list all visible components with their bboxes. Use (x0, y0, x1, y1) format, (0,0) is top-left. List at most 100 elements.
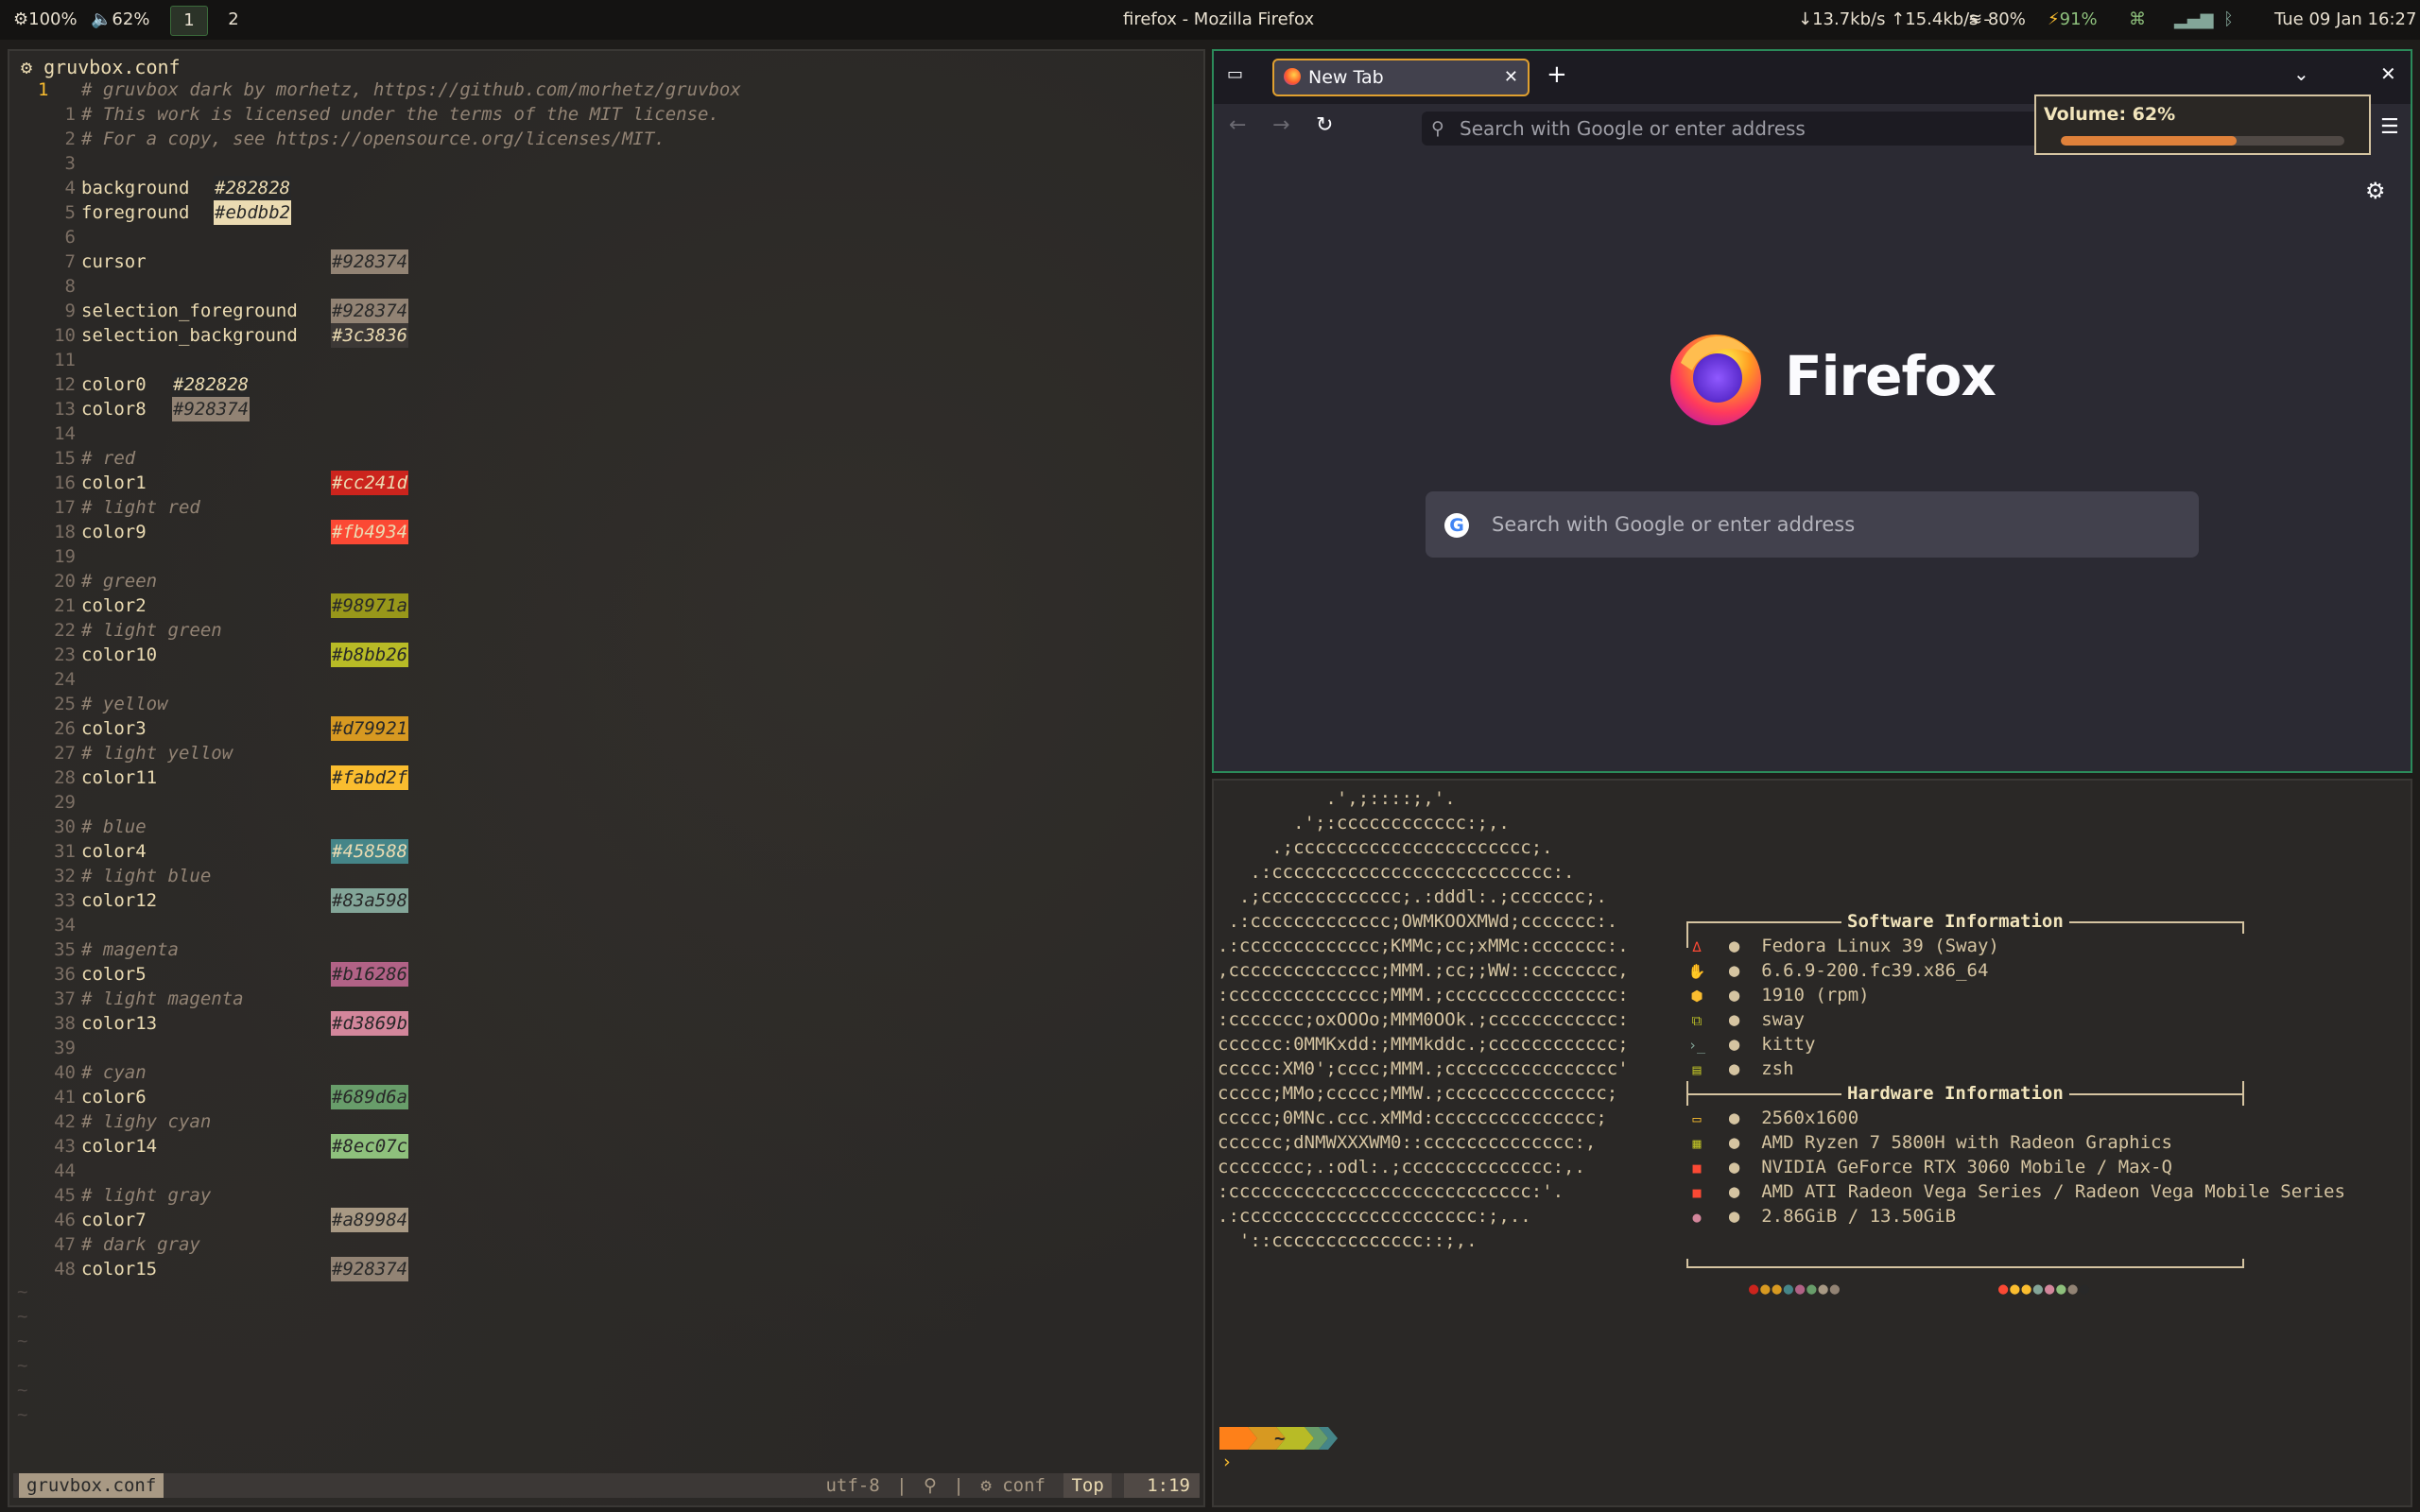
editor-line[interactable]: 3 (9, 151, 1203, 176)
workspace-1[interactable]: 1 (170, 6, 208, 36)
statusline-position: 1:19 (1124, 1473, 1200, 1498)
editor-line[interactable]: 23 color10 #b8bb26 (9, 643, 1203, 667)
editor-line[interactable]: 47 # dark gray (9, 1232, 1203, 1257)
ascii-art-line: '::cccccccccccccc::;,. (1218, 1230, 1478, 1251)
reload-icon[interactable]: ↻ (1316, 113, 1333, 137)
editor-line[interactable]: 32 # light blue (9, 864, 1203, 888)
forward-icon[interactable]: → (1272, 113, 1289, 137)
brightness-indicator[interactable]: ⚙100% (13, 0, 78, 40)
editor-line[interactable]: 26 color3 #d79921 (9, 716, 1203, 741)
bluetooth-icon[interactable]: ᛒ (2223, 0, 2234, 40)
bullet-icon: ● (1707, 1206, 1762, 1227)
editor-line[interactable]: 43 color14 #8ec07c (9, 1134, 1203, 1159)
editor-line[interactable]: 6 (9, 225, 1203, 249)
info-row: ✋ ● 6.6.9-200.fc39.x86_64 (1686, 958, 1989, 983)
ascii-art-line: .';:cccccccccccc:;,. (1218, 813, 1510, 833)
comment-text: # yellow (81, 694, 168, 714)
editor-line[interactable]: 10 selection_background #3c3836 (9, 323, 1203, 348)
editor-line[interactable]: 46 color7 #a89984 (9, 1208, 1203, 1232)
volume-bar-fill (2061, 136, 2237, 146)
editor-line[interactable]: 8 (9, 274, 1203, 299)
editor-line[interactable]: 29 (9, 790, 1203, 815)
palette-icon: ● (2010, 1280, 2022, 1298)
editor-line[interactable]: 13 color8 #928374 (9, 397, 1203, 421)
editor-line[interactable]: 27 # light yellow (9, 741, 1203, 765)
editor-line[interactable]: 45 # light gray (9, 1183, 1203, 1208)
editor-line[interactable]: 19 (9, 544, 1203, 569)
editor-line[interactable]: 5 foreground #ebdbb2 (9, 200, 1203, 225)
editor-line[interactable]: 33 color12 #83a598 (9, 888, 1203, 913)
editor-line[interactable]: 37 # light magenta (9, 987, 1203, 1011)
editor-window[interactable]: ⚙ gruvbox.conf 1 # gruvbox dark by morhet… (8, 49, 1205, 1507)
editor-line[interactable]: 4 background #282828 (9, 176, 1203, 200)
editor-line[interactable]: 25 # yellow (9, 692, 1203, 716)
editor-line[interactable]: 28 color11 #fabd2f (9, 765, 1203, 790)
line-number: 2 (64, 129, 76, 149)
info-value: kitty (1761, 1034, 1816, 1055)
signal-icon[interactable]: ▂▄▆ (2174, 0, 2214, 40)
editor-line[interactable]: 14 (9, 421, 1203, 446)
workspace-2[interactable]: 2 (216, 6, 251, 34)
new-tab-search-box[interactable]: G Search with Google or enter address (1426, 491, 2199, 558)
tab-overview-icon[interactable]: ▭ (1227, 64, 1250, 85)
close-window-icon[interactable]: ✕ (2380, 62, 2396, 85)
editor-line[interactable]: 1 # gruvbox dark by morhetz, https://gith… (9, 77, 1203, 102)
wifi-indicator[interactable]: ≋ 80% (1968, 0, 2026, 40)
color-value: #458588 (331, 839, 409, 864)
chevron-down-icon[interactable]: ⌄ (2293, 62, 2309, 85)
volume-bar (2061, 136, 2344, 146)
network-manager-icon[interactable]: ⌘ (2129, 0, 2146, 40)
editor-line[interactable]: 2 # For a copy, see https://opensource.or… (9, 127, 1203, 151)
shell-prompt[interactable]: ~ › (1219, 1427, 1342, 1472)
empty-line-marker: ~ (17, 1306, 28, 1327)
editor-line[interactable]: 24 (9, 667, 1203, 692)
editor-line[interactable]: 42 # lighy cyan (9, 1109, 1203, 1134)
editor-line[interactable]: 11 (9, 348, 1203, 372)
line-number: 15 (54, 448, 76, 469)
firefox-window[interactable]: ▭ New Tab ✕ + ⌄ ✕ ← → ↻ ⚲ Search with Go… (1212, 49, 2412, 773)
info-value: AMD ATI Radeon Vega Series / Radeon Vega… (1761, 1181, 2345, 1202)
comment-text: # gruvbox dark by morhetz, https://githu… (81, 79, 741, 100)
line-number: 20 (54, 571, 76, 592)
line-number: 25 (54, 694, 76, 714)
tab-new-tab[interactable]: New Tab ✕ (1272, 59, 1530, 96)
info-value: 1910 (rpm) (1761, 985, 1870, 1005)
line-number: 46 (54, 1210, 76, 1230)
config-key: color3 (81, 718, 147, 739)
editor-line[interactable]: 31 color4 #458588 (9, 839, 1203, 864)
editor-line[interactable]: 48 color15 #928374 (9, 1257, 1203, 1281)
terminal-window[interactable]: .',;::::;,'. .';:cccccccccccc:;,. .;cccc… (1212, 779, 2412, 1507)
editor-line[interactable]: 35 # magenta (9, 937, 1203, 962)
firefox-wordmark: Firefox (1785, 344, 1996, 408)
editor-line[interactable]: 34 (9, 913, 1203, 937)
editor-line[interactable]: 1 # This work is licensed under the terms… (9, 102, 1203, 127)
editor-line[interactable]: 40 # cyan (9, 1060, 1203, 1085)
editor-line[interactable]: 9 selection_foreground #928374 (9, 299, 1203, 323)
color-value: #ebdbb2 (214, 200, 292, 225)
new-tab-button[interactable]: + (1547, 60, 1567, 89)
editor-line[interactable]: 12 color0 #282828 (9, 372, 1203, 397)
close-tab-icon[interactable]: ✕ (1504, 60, 1518, 94)
color-palette-bright: ●●●●●●●● (1998, 1280, 2091, 1298)
editor-line[interactable]: 16 color1 #cc241d (9, 471, 1203, 495)
editor-line[interactable]: 17 # light red (9, 495, 1203, 520)
editor-line[interactable]: 41 color6 #689d6a (9, 1085, 1203, 1109)
search-icon: ⚲ (1431, 118, 1444, 139)
volume-indicator[interactable]: 🔈62% (91, 0, 149, 40)
editor-line[interactable]: 15 # red (9, 446, 1203, 471)
color-value: #928374 (172, 397, 251, 421)
editor-line[interactable]: 21 color2 #98971a (9, 593, 1203, 618)
editor-line[interactable]: 20 # green (9, 569, 1203, 593)
editor-line[interactable]: 7 cursor #928374 (9, 249, 1203, 274)
line-number: 19 (54, 546, 76, 567)
editor-line[interactable]: 30 # blue (9, 815, 1203, 839)
editor-line[interactable]: 22 # light green (9, 618, 1203, 643)
editor-line[interactable]: 36 color5 #b16286 (9, 962, 1203, 987)
editor-line[interactable]: 18 color9 #fb4934 (9, 520, 1203, 544)
menu-icon[interactable]: ☰ (2380, 115, 2399, 139)
editor-line[interactable]: 44 (9, 1159, 1203, 1183)
back-icon[interactable]: ← (1229, 113, 1246, 137)
settings-gear-icon[interactable]: ⚙ (2365, 178, 2386, 204)
editor-line[interactable]: 38 color13 #d3869b (9, 1011, 1203, 1036)
editor-line[interactable]: 39 (9, 1036, 1203, 1060)
